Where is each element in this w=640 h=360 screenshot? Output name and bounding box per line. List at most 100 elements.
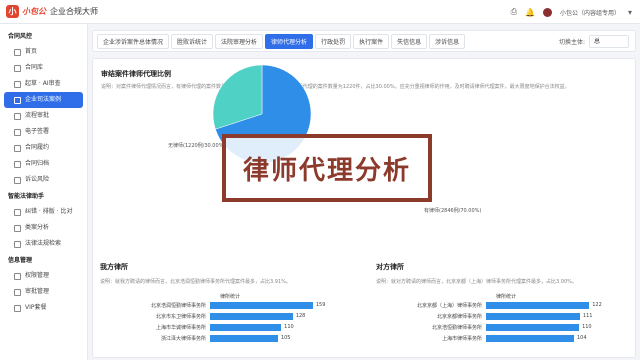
- bar-value: 110: [582, 324, 592, 330]
- sidebar-item[interactable]: 合同库: [4, 60, 83, 76]
- bar-label: 北京京都律师事务所: [436, 314, 482, 320]
- bar-track: 110: [210, 324, 320, 331]
- logo-mark: 小: [6, 5, 19, 18]
- sidebar-item[interactable]: 合同归档: [4, 156, 83, 172]
- sidebar-item-label: 诉讼风险: [25, 176, 50, 183]
- sidebar-item[interactable]: 类案分析: [4, 220, 83, 236]
- bar-row: 上海市华诚律师事务所 110: [100, 322, 360, 333]
- bar-track: 128: [210, 313, 320, 320]
- tab[interactable]: 法院审理分析: [215, 33, 264, 49]
- sidebar-group-title: 信息管理: [8, 257, 33, 264]
- sidebar-item-icon: [14, 144, 21, 152]
- sidebar-item[interactable]: 审批管理: [4, 284, 83, 300]
- sidebar-item[interactable]: 法律法规检索: [4, 236, 83, 252]
- overlay-title: 律师代理分析: [242, 155, 411, 186]
- sidebar-item[interactable]: 首页: [4, 44, 83, 60]
- sidebar-item-label: 电子签署: [25, 128, 50, 135]
- bar-value: 159: [315, 302, 326, 308]
- bar-label: 北京浩恒勤律师事务所: [431, 325, 482, 331]
- sidebar-item-icon: [14, 48, 21, 56]
- sidebar-item[interactable]: 权限管理: [4, 268, 83, 284]
- bar-row: 北京市东卫律师事务所 128: [100, 311, 360, 322]
- printer-icon[interactable]: ⎙: [511, 7, 517, 17]
- bar[interactable]: [210, 335, 278, 342]
- bar-value: 105: [280, 335, 291, 341]
- bar[interactable]: [210, 324, 282, 331]
- bar-row: 北京浩润恒勤律师事务所 159: [100, 300, 360, 311]
- sidebar-item-label: 合同归档: [25, 160, 50, 167]
- sidebar-item[interactable]: 电子签署: [4, 124, 83, 140]
- bar[interactable]: [486, 302, 590, 309]
- bar-value: 122: [592, 302, 602, 308]
- subject-select[interactable]: 总: [589, 35, 629, 48]
- sidebar-item-icon: [14, 96, 21, 104]
- app-logo[interactable]: 小 小包公 企业合规大师: [6, 5, 98, 18]
- tab[interactable]: 胜败诉统计: [171, 33, 214, 49]
- section-description: 说明：就对方聘请的律师而言，北京京都（上海）律师事务所代理案件最多，占比3.00…: [376, 279, 577, 285]
- sidebar-item-icon: [14, 304, 21, 312]
- tab[interactable]: 失信信息: [391, 33, 428, 49]
- top-bar: 小 小包公 企业合规大师 ⎙ 🔔 小包公（内容组专用） ▾: [0, 0, 640, 24]
- user-name[interactable]: 小包公（内容组专用）: [560, 8, 620, 17]
- top-right-area: ⎙ 🔔 小包公（内容组专用） ▾: [511, 0, 632, 24]
- bar[interactable]: [486, 324, 580, 331]
- pie-label-has-lawyer: 有律师(2846例/70.00%): [424, 208, 482, 214]
- bar-label: 浙江泽大律师事务所: [160, 336, 206, 342]
- subject-switch: 切换主体: 总: [559, 34, 629, 49]
- panel-description: 说明：对案件律师代理情况而言，有律师代理的案件数量为2846件，占比70.00%…: [101, 84, 570, 90]
- sidebar-item[interactable]: 起草 · AI审查: [4, 76, 83, 92]
- sidebar-item-icon: [14, 208, 21, 216]
- section-description: 说明：就我方聘请的律师而言，北京浩润恒勤律师事务所代理案件最多，占比3.91%。: [100, 279, 291, 285]
- sidebar-item-icon: [14, 272, 21, 280]
- sidebar-item[interactable]: 企业司法案例: [4, 92, 83, 108]
- sidebar-item-label: 合同履约: [25, 144, 50, 151]
- sidebar-item-label: 类案分析: [25, 224, 50, 231]
- panel-title: 审结案件律师代理比例: [101, 70, 171, 78]
- sidebar-item-label: 流程审批: [25, 112, 50, 119]
- sidebar-item-icon: [14, 160, 21, 168]
- sidebar-item-icon: [14, 224, 21, 232]
- sidebar-item-icon: [14, 80, 21, 88]
- bar-value: 128: [295, 313, 306, 319]
- sidebar-item-icon: [14, 64, 21, 72]
- bar-track: 159: [210, 302, 325, 309]
- sidebar-item-label: 首页: [25, 48, 38, 55]
- tab-bar: 企业涉诉案件总体情况 胜败诉统计 法院审理分析 律师代理分析 行政处罚 执行案件 失信信息涉…: [92, 30, 636, 52]
- bar[interactable]: [486, 335, 574, 342]
- their-law-firms-section: 对方律所 说明：就对方聘请的律师而言，北京京都（上海）律师事务所代理案件最多，占…: [376, 262, 636, 360]
- sidebar-item[interactable]: 合同履约: [4, 140, 83, 156]
- chevron-down-icon[interactable]: ▾: [628, 8, 632, 17]
- sidebar-item[interactable]: 流程审批: [4, 108, 83, 124]
- sidebar-item-label: 纠错 · 排版 · 比对: [25, 208, 73, 215]
- sidebar-item-icon: [14, 176, 21, 184]
- tab[interactable]: 企业涉诉案件总体情况: [97, 33, 170, 49]
- sidebar: 合同风控首页合同库 起草 · AI审查 企业司法案例流程审批电子签署合同履约合同归档…: [0, 24, 88, 360]
- sidebar-item[interactable]: VIP套餐: [4, 300, 83, 316]
- tab[interactable]: 行政处罚: [315, 33, 352, 49]
- sidebar-item-icon: [14, 128, 21, 136]
- bar-value: 111: [582, 313, 593, 319]
- bar-label: 上海市华诚律师事务所: [155, 325, 206, 331]
- sidebar-item-label: 审批管理: [25, 288, 50, 295]
- switch-label: 切换主体:: [558, 39, 585, 46]
- stat-title: 律所统计: [219, 294, 240, 300]
- bar-value: 104: [577, 335, 587, 341]
- our-law-firms-section: 我方律所 说明：就我方聘请的律师而言，北京浩润恒勤律师事务所代理案件最多，占比3…: [100, 262, 360, 360]
- sidebar-group-title: 合同风控: [8, 33, 33, 40]
- bell-icon[interactable]: 🔔: [525, 8, 535, 17]
- section-title: 我方律所: [100, 263, 128, 271]
- section-title: 对方律所: [376, 263, 404, 271]
- tab[interactable]: 律师代理分析: [265, 33, 314, 49]
- sidebar-group-title: 智能法律助手: [8, 193, 45, 200]
- tab[interactable]: 涉诉信息: [429, 33, 466, 49]
- sidebar-item[interactable]: 诉讼风险: [4, 172, 83, 188]
- avatar[interactable]: [542, 7, 552, 17]
- bar[interactable]: [210, 302, 313, 309]
- bar-value: 110: [284, 324, 294, 330]
- overlay-title-box: 律师代理分析: [222, 134, 432, 202]
- tab[interactable]: 执行案件: [353, 33, 390, 49]
- bar[interactable]: [486, 313, 580, 320]
- sidebar-item[interactable]: 纠错 · 排版 · 比对: [4, 204, 83, 220]
- bar-row: 浙江泽大律师事务所 105: [100, 333, 360, 344]
- bar[interactable]: [210, 313, 293, 320]
